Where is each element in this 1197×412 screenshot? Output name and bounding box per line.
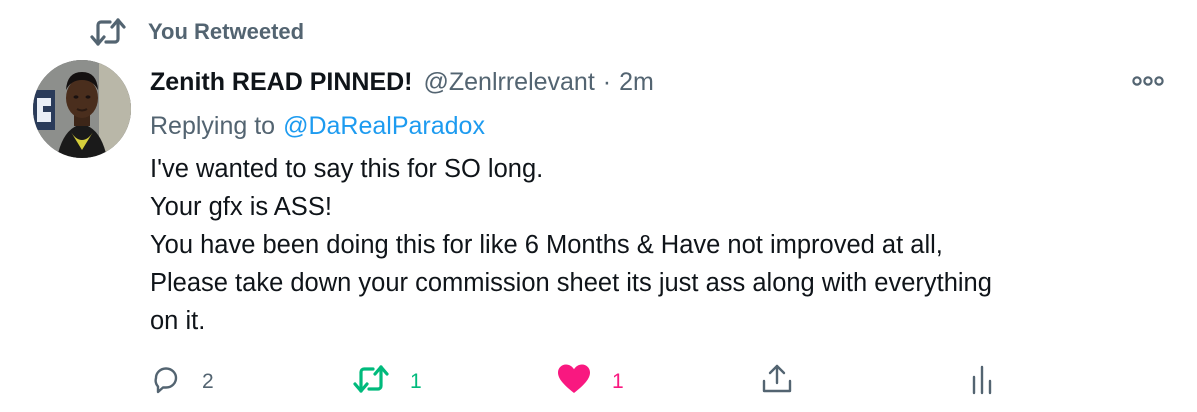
reply-button[interactable]: 2: [150, 362, 214, 402]
timestamp[interactable]: 2m: [619, 68, 654, 97]
retweet-context: You Retweeted: [88, 14, 304, 50]
reply-count: 2: [202, 370, 214, 393]
avatar[interactable]: [33, 60, 131, 158]
retweet-icon: [88, 14, 128, 50]
analytics-button[interactable]: [965, 362, 999, 402]
replying-to-label: Replying to: [150, 111, 276, 140]
retweet-context-label: You Retweeted: [148, 19, 305, 44]
tweet-text-line: Please take down your commission sheet i…: [150, 269, 992, 297]
user-handle[interactable]: @Zenlrrelevant: [424, 68, 595, 97]
tweet-text-line: Your gfx is ASS!: [150, 193, 332, 221]
display-name[interactable]: Zenith READ PINNED!: [150, 68, 413, 97]
action-bar: 2 1 1: [0, 362, 1197, 402]
like-button[interactable]: 1: [556, 362, 624, 402]
tweet-text-line: I've wanted to say this for SO long.: [150, 155, 544, 183]
tweet[interactable]: You Retweeted Zenith READ PINNED! @Zenlr…: [0, 0, 1197, 412]
heart-icon: [556, 363, 592, 401]
more-options-icon[interactable]: [1128, 66, 1168, 96]
separator-dot: ·: [602, 67, 612, 96]
share-button[interactable]: [760, 362, 794, 402]
retweet-count: 1: [410, 370, 422, 393]
tweet-text: I've wanted to say this for SO long. You…: [150, 150, 1160, 340]
share-icon: [760, 363, 794, 401]
tweet-text-line: on it.: [150, 307, 206, 335]
replying-to-mention[interactable]: @DaRealParadox: [283, 112, 485, 141]
retweet-icon: [352, 363, 390, 401]
retweet-button[interactable]: 1: [352, 362, 422, 402]
like-count: 1: [612, 370, 624, 393]
analytics-icon: [965, 363, 999, 401]
tweet-header: Zenith READ PINNED! @Zenlrrelevant · 2m: [150, 64, 654, 100]
replying-to: Replying to @DaRealParadox: [150, 108, 485, 144]
reply-icon: [150, 363, 182, 401]
tweet-text-line: You have been doing this for like 6 Mont…: [150, 231, 943, 259]
